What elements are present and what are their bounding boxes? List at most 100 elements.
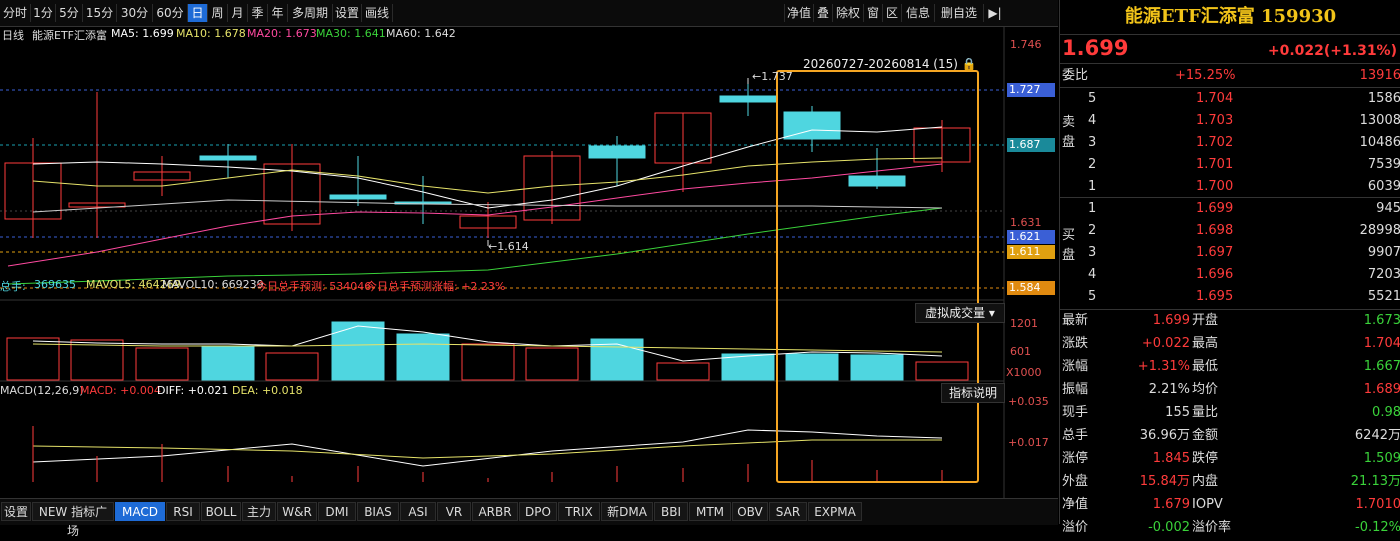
- indicator-tab-13[interactable]: TRIX: [558, 502, 600, 521]
- kline-chart[interactable]: [0, 26, 1058, 498]
- stat-row: 现手 155 量比 0.98: [1060, 401, 1400, 424]
- indicator-tab-8[interactable]: BIAS: [357, 502, 399, 521]
- stat-row: 振幅 2.21% 均价 1.689: [1060, 378, 1400, 401]
- macd-title: MACD(12,26,9): [0, 384, 84, 397]
- volume-bar: [657, 363, 709, 380]
- sell-row[interactable]: 5 1.704 1586: [1060, 88, 1400, 110]
- volume-bar: [397, 334, 449, 380]
- exright-button[interactable]: 除权: [832, 4, 863, 22]
- nav-button[interactable]: 净值: [784, 4, 813, 22]
- stat-value: -0.12%: [1355, 516, 1400, 539]
- overlay-button[interactable]: 叠: [813, 4, 832, 22]
- sell-volume: 10486: [1360, 132, 1400, 154]
- stat-label: 振幅: [1062, 378, 1088, 401]
- period-tab-timeshare[interactable]: 分时: [0, 4, 31, 22]
- buy-row[interactable]: 4 1.696 7203: [1060, 264, 1400, 286]
- range-button[interactable]: 区: [882, 4, 901, 22]
- indicator-tab-19[interactable]: EXPMA: [808, 502, 862, 521]
- stat-label: 内盘: [1192, 470, 1218, 493]
- stat-label: 最新: [1062, 309, 1088, 332]
- stat-value: 21.13万: [1351, 470, 1400, 493]
- sell-price: 1.703: [1196, 110, 1233, 132]
- stat-label: 总手: [1062, 424, 1088, 447]
- period-tab-60min[interactable]: 60分: [153, 4, 188, 22]
- period-tab-year[interactable]: 年: [268, 4, 288, 22]
- settings-button[interactable]: 设置: [333, 4, 362, 22]
- lock-icon[interactable]: 🔒: [962, 57, 977, 71]
- quote-change: +0.022(+1.31%): [1268, 43, 1397, 59]
- buy-row[interactable]: 5 1.695 5521: [1060, 286, 1400, 308]
- buy-level: 3: [1088, 242, 1096, 264]
- indicator-tab-11[interactable]: ARBR: [472, 502, 518, 521]
- indicator-tab-9[interactable]: ASI: [400, 502, 436, 521]
- indicator-help-button[interactable]: 指标说明: [941, 383, 1005, 403]
- period-tab-30min[interactable]: 30分: [117, 4, 153, 22]
- stat-label: 涨停: [1062, 447, 1088, 470]
- volume-label: 总手:: [0, 278, 26, 294]
- stat-value: 2.21%: [1149, 378, 1190, 401]
- indicator-tab-17[interactable]: OBV: [732, 502, 768, 521]
- period-tab-week[interactable]: 周: [208, 4, 228, 22]
- stat-row: 外盘 15.84万 内盘 21.13万: [1060, 470, 1400, 493]
- period-tab-day[interactable]: 日: [188, 4, 208, 22]
- sell-row[interactable]: 2 1.701 7539: [1060, 154, 1400, 176]
- info-button[interactable]: 信息: [901, 4, 934, 22]
- draw-line-button[interactable]: 画线: [362, 4, 393, 22]
- indicator-tab-7[interactable]: DMI: [318, 502, 356, 521]
- sell-price: 1.701: [1196, 154, 1233, 176]
- sell-volume: 13008: [1360, 110, 1400, 132]
- remove-watchlist-button[interactable]: 删自选: [934, 4, 983, 22]
- indicator-tab-15[interactable]: BBI: [654, 502, 688, 521]
- period-tab-quarter[interactable]: 季: [248, 4, 268, 22]
- weibi-volume: 13916: [1360, 64, 1400, 87]
- window-button[interactable]: 窗: [863, 4, 882, 22]
- indicator-tab-6[interactable]: W&R: [277, 502, 317, 521]
- sell-row[interactable]: 1 1.700 6039: [1060, 176, 1400, 198]
- indicator-tab-5[interactable]: 主力: [242, 502, 276, 521]
- virtual-volume-dropdown[interactable]: 虚拟成交量 ▾: [915, 303, 1005, 323]
- buy-level: 5: [1088, 286, 1096, 308]
- buy-price: 1.698: [1196, 220, 1233, 242]
- period-tab-month[interactable]: 月: [228, 4, 248, 22]
- stat-value: 36.96万: [1140, 424, 1190, 447]
- sell-row[interactable]: 4 1.703 13008: [1060, 110, 1400, 132]
- buy-row[interactable]: 1 1.699 945: [1060, 198, 1400, 220]
- macd-value: MACD: +0.004: [80, 384, 161, 397]
- volume-bar: [266, 353, 318, 380]
- indicator-tab-0[interactable]: 设置: [1, 502, 31, 521]
- stat-label: 最高: [1192, 332, 1218, 355]
- indicator-tab-14[interactable]: 新DMA: [601, 502, 653, 521]
- buy-row[interactable]: 2 1.698 28998: [1060, 220, 1400, 242]
- indicator-tab-10[interactable]: VR: [437, 502, 471, 521]
- indicator-tab-12[interactable]: DPO: [519, 502, 557, 521]
- chart-area[interactable]: 日线 能源ETF汇添富 MA5: 1.699 MA10: 1.678 MA20:…: [0, 26, 1058, 498]
- stat-label: 溢价: [1062, 516, 1088, 539]
- indicator-tab-2[interactable]: MACD: [115, 502, 165, 521]
- collapse-panel-icon[interactable]: ▶|: [983, 4, 1006, 22]
- quote-last-price: 1.699: [1062, 36, 1128, 60]
- indicator-tab-4[interactable]: BOLL: [201, 502, 241, 521]
- indicator-tab-3[interactable]: RSI: [166, 502, 200, 521]
- period-tab-5min[interactable]: 5分: [56, 4, 83, 22]
- volume-bar: [136, 348, 188, 380]
- stat-row: 涨幅 +1.31% 最低 1.667: [1060, 355, 1400, 378]
- indicator-tab-18[interactable]: SAR: [769, 502, 807, 521]
- volume-bar: [916, 362, 968, 380]
- period-tab-multi[interactable]: 多周期: [288, 4, 333, 22]
- sell-row[interactable]: 3 1.702 10486: [1060, 132, 1400, 154]
- buy-row[interactable]: 3 1.697 9907: [1060, 242, 1400, 264]
- price-tag-1727: 1.727: [1007, 83, 1055, 97]
- indicator-tab-16[interactable]: MTM: [689, 502, 731, 521]
- volume-bar: [332, 322, 384, 380]
- indicator-tab-1[interactable]: NEW 指标广场: [32, 502, 114, 521]
- volume-bar: [202, 346, 254, 380]
- sell-price: 1.700: [1196, 176, 1233, 198]
- macd-axis-017: +0.017: [1008, 436, 1049, 449]
- volume-bar: [526, 348, 578, 380]
- period-tab-1min[interactable]: 1分: [31, 4, 56, 22]
- candle-body: [330, 195, 386, 199]
- buy-level: 4: [1088, 264, 1096, 286]
- volume-value: 369635: [34, 278, 76, 291]
- stat-value: 1.509: [1364, 447, 1400, 470]
- period-tab-15min[interactable]: 15分: [83, 4, 117, 22]
